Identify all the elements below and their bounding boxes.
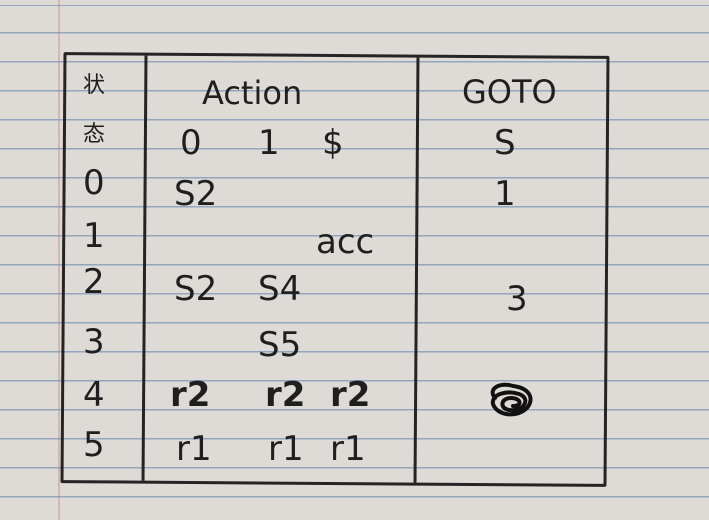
state-column-divider xyxy=(141,55,148,481)
goto-symbol-s: S xyxy=(494,123,516,163)
action-4-1: r2 xyxy=(265,375,306,415)
goto-header: GOTO xyxy=(462,73,557,111)
action-symbol-0: 0 xyxy=(180,123,202,163)
notebook-page: 状 态 Action GOTO 0 1 $ S 0 1 2 3 4 5 S2 1… xyxy=(0,0,709,520)
state-4: 4 xyxy=(83,375,105,415)
action-2-0: S2 xyxy=(174,269,218,309)
scribble-mark xyxy=(490,382,533,417)
action-4-eof: r2 xyxy=(330,375,371,415)
action-0-0: S2 xyxy=(174,174,218,214)
margin-line xyxy=(58,0,60,520)
goto-2: 3 xyxy=(506,279,528,319)
state-1: 1 xyxy=(83,216,105,256)
state-5: 5 xyxy=(83,425,105,465)
action-3-1: S5 xyxy=(258,325,302,365)
state-0: 0 xyxy=(83,163,105,203)
parse-table xyxy=(60,52,610,487)
action-5-1: r1 xyxy=(268,429,304,469)
state-2: 2 xyxy=(83,262,105,302)
action-symbol-1: 1 xyxy=(258,123,280,163)
goto-column-divider xyxy=(413,57,420,483)
state-header-top: 状 xyxy=(83,73,106,98)
action-1-eof: acc xyxy=(316,222,375,262)
action-5-0: r1 xyxy=(176,429,212,469)
action-symbol-eof: $ xyxy=(322,123,344,163)
state-header-bottom: 态 xyxy=(83,122,106,147)
state-3: 3 xyxy=(83,322,105,362)
action-2-1: S4 xyxy=(258,269,302,309)
action-5-eof: r1 xyxy=(330,429,366,469)
action-header: Action xyxy=(202,74,303,112)
action-4-0: r2 xyxy=(170,375,211,415)
goto-0: 1 xyxy=(494,174,516,214)
